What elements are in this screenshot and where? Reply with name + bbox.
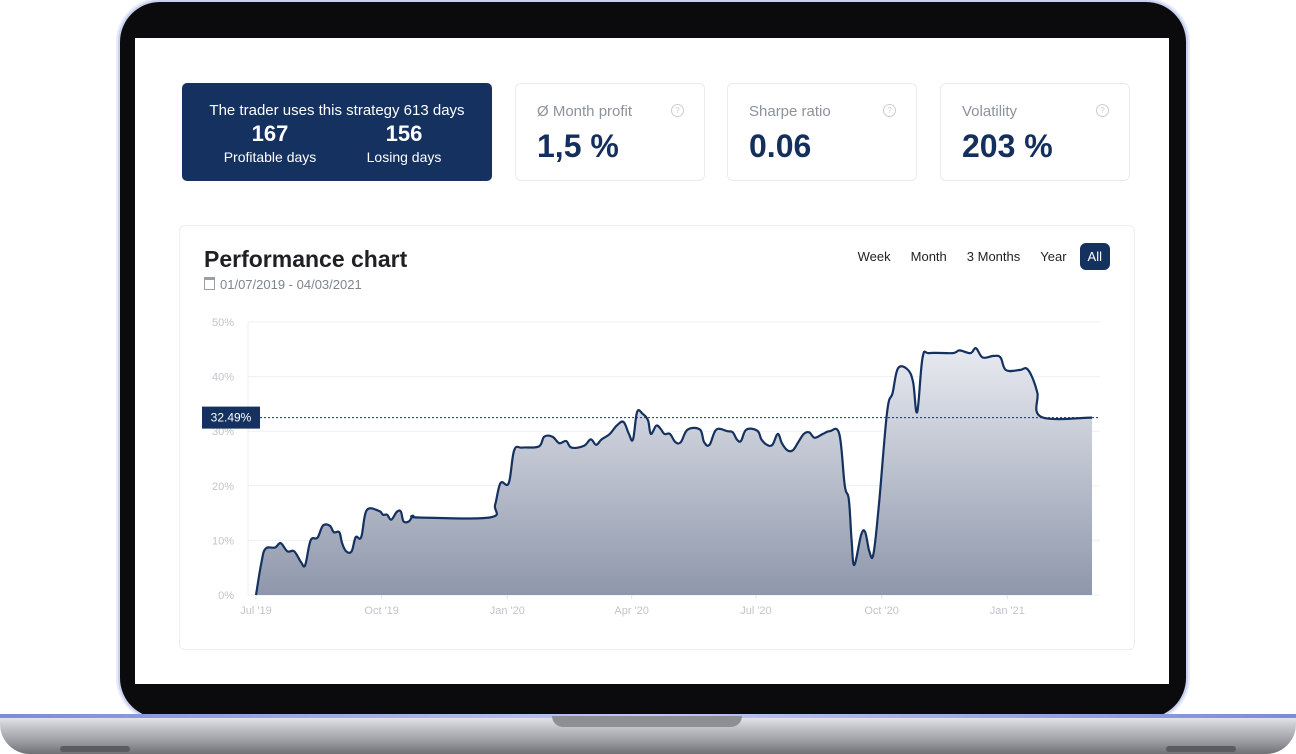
help-icon[interactable]: ? [1096, 104, 1109, 117]
current-value-label: 32.49% [211, 411, 252, 425]
month-profit-card: Ø Month profit ? 1,5 % [515, 83, 705, 181]
y-tick-label: 10% [212, 535, 234, 547]
sharpe-ratio-value: 0.06 [749, 128, 812, 164]
profitable-days-stat: 167 Profitable days [210, 121, 330, 167]
screen: The trader uses this strategy 613 days 1… [135, 38, 1169, 684]
range-week-button[interactable]: Week [851, 243, 898, 270]
sharpe-ratio-title: Sharpe ratio [749, 103, 831, 120]
x-tick-label: Apr '20 [614, 605, 649, 617]
chart-title: Performance chart [204, 246, 408, 272]
x-tick-label: Oct '20 [864, 605, 899, 617]
y-tick-label: 40% [212, 372, 234, 384]
volatility-card: Volatility ? 203 % [940, 83, 1130, 181]
laptop-foot-right [1166, 746, 1236, 752]
range-month-button[interactable]: Month [904, 243, 954, 270]
performance-chart-card: 0% 10% 20% 30% 40% 50% Jul '19 Oct '19 Jan '20 Ap… [179, 225, 1135, 650]
losing-days-stat: 156 Losing days [344, 121, 464, 167]
y-tick-label: 50% [212, 317, 234, 329]
laptop-notch [552, 716, 742, 727]
x-tick-label: Oct '19 [364, 605, 399, 617]
y-tick-label: 0% [218, 590, 234, 602]
losing-days-value: 156 [385, 121, 423, 146]
help-icon[interactable]: ? [671, 104, 684, 117]
help-icon[interactable]: ? [883, 104, 896, 117]
range-year-button[interactable]: Year [1033, 243, 1073, 270]
date-range: 01/07/2019 - 04/03/2021 [204, 277, 362, 292]
sharpe-ratio-card: Sharpe ratio ? 0.06 [727, 83, 917, 181]
range-all-button[interactable]: All [1079, 243, 1110, 270]
losing-days-label: Losing days [366, 149, 442, 165]
range-selector: Week Month 3 Months Year All [851, 243, 1110, 270]
volatility-title: Volatility [962, 103, 1018, 120]
profitable-days-value: 167 [251, 121, 289, 146]
volatility-value: 203 % [962, 128, 1053, 164]
y-tick-label: 20% [212, 481, 234, 493]
range-3-months-button[interactable]: 3 Months [960, 243, 1027, 270]
usage-days-text: The trader uses this strategy 613 days [209, 102, 465, 119]
x-tick-label: Jan '21 [990, 605, 1025, 617]
month-profit-title: Ø Month profit [537, 103, 633, 120]
usage-summary-card: The trader uses this strategy 613 days 1… [182, 83, 492, 181]
profitable-days-label: Profitable days [223, 149, 317, 165]
x-tick-label: Jul '20 [740, 605, 771, 617]
laptop-foot-left [60, 746, 130, 752]
month-profit-value: 1,5 % [537, 128, 619, 164]
x-tick-label: Jan '20 [490, 605, 525, 617]
date-range-text: 01/07/2019 - 04/03/2021 [220, 277, 362, 292]
calendar-icon [204, 277, 215, 290]
x-tick-label: Jul '19 [240, 605, 271, 617]
performance-area [256, 348, 1092, 595]
